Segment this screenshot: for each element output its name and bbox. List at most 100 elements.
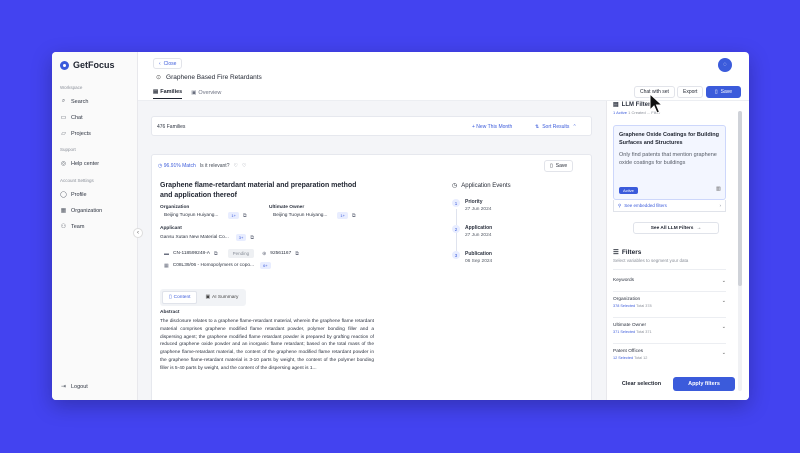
filter-selected: 12 Selected — [613, 356, 634, 360]
close-label: Close — [163, 60, 177, 67]
brand-logo[interactable]: GetFocus — [60, 60, 115, 70]
sidebar-item-help-center[interactable]: ◎ Help center — [60, 160, 100, 168]
chevron-down-icon: ⌄ — [721, 324, 726, 330]
new-this-month-label: + New This Month — [472, 124, 513, 130]
trash-icon[interactable]: ▥ — [716, 186, 721, 192]
tab-label: Overview — [198, 89, 222, 96]
sidebar-item-label: Search — [71, 98, 89, 105]
close-button[interactable]: ‹ Close — [153, 58, 183, 69]
filter-label: Patent Offices — [613, 349, 644, 354]
filter-total: Total 378 — [636, 304, 652, 308]
document-icon: ▬ — [164, 250, 169, 257]
sparkle-icon: ▣ — [205, 295, 210, 300]
family-id: 92561167 — [270, 251, 292, 256]
tab-content[interactable]: ▯ Content — [162, 291, 198, 304]
save-button[interactable]: ▯ Save — [706, 86, 741, 98]
copy-icon[interactable]: ⧉ — [250, 235, 254, 241]
sidebar-item-search[interactable]: ⌕ Search — [60, 98, 89, 105]
chevron-right-icon: › — [719, 203, 722, 208]
filters-panel: ▤ LLM Filters 1 Active 1 Created ... Fil… — [606, 101, 749, 400]
filter-icon: ▤ — [613, 102, 619, 108]
arrow-right-icon: → — [696, 225, 702, 231]
logout-label: Logout — [71, 383, 88, 390]
copy-icon[interactable]: ⧉ — [295, 251, 299, 257]
logout-button[interactable]: ⇥ Logout — [60, 383, 88, 391]
owner-more-chip[interactable]: 1+ — [337, 212, 348, 219]
new-this-month-button[interactable]: + New This Month — [472, 124, 512, 130]
card-save-button[interactable]: ▯ Save — [544, 160, 574, 172]
filter-total: Total 371 — [636, 330, 652, 334]
sidebar-item-organization[interactable]: ▦ Organization — [60, 207, 103, 215]
copy-icon[interactable]: ⧉ — [214, 251, 218, 257]
chevron-down-icon: ⌄ — [721, 298, 726, 304]
applicant-more-chip[interactable]: 3+ — [235, 234, 247, 241]
tabs: ▤ Families ▣ Overview — [153, 89, 221, 99]
families-bar: 476 Families + New This Month ⇅ Sort Res… — [151, 116, 592, 136]
apply-filters-button[interactable]: Apply filters — [673, 377, 735, 391]
tab-overview[interactable]: ▣ Overview — [191, 89, 221, 99]
brand-name: GetFocus — [73, 60, 115, 70]
thumbs-up-icon[interactable]: ♡ — [242, 163, 246, 169]
page-title: ⊙ Graphene Based Fire Retardants — [156, 74, 262, 81]
sliders-icon: ☰ — [613, 249, 619, 256]
mouse-pointer-icon — [649, 93, 663, 114]
clear-selection-button[interactable]: Clear selection — [613, 377, 670, 391]
tab-label: Families — [160, 89, 183, 95]
applicant-label: Applicant — [160, 226, 182, 231]
copy-icon[interactable]: ⧉ — [352, 213, 356, 219]
sidebar-item-projects[interactable]: ▱ Projects — [60, 130, 91, 138]
organization-more-chip[interactable]: 1+ — [228, 212, 239, 219]
sidebar-item-label: Help center — [71, 160, 100, 167]
filter-label: Keywords — [613, 278, 635, 283]
sidebar-item-label: Projects — [71, 130, 91, 137]
cpc-more-chip[interactable]: 6+ — [260, 262, 271, 269]
filters-subtitle: Select variables to segment your data — [613, 258, 689, 263]
llm-filter-description: Only find patents that mention graphene … — [619, 152, 717, 166]
scrollbar-thumb[interactable] — [738, 111, 742, 286]
match-score: ◷ 96.91% Match — [158, 163, 196, 169]
app-window: GetFocus Workspace ⌕ Search ▭ Chat ▱ Pro… — [52, 52, 749, 400]
chevron-down-icon: ⌄ — [721, 278, 726, 284]
filter-keywords[interactable]: Keywords ⌄ — [613, 269, 726, 291]
llm-filter-card[interactable]: Graphene Oxide Coatings for Building Sur… — [613, 125, 726, 200]
filter-label: Organization — [613, 297, 641, 302]
relevance-question: Is it relevant? — [199, 163, 230, 169]
logo-icon — [60, 60, 69, 70]
sort-results-button[interactable]: ⇅ Sort Results ⌃ — [535, 124, 577, 130]
folder-icon: ▱ — [61, 131, 66, 137]
family-title[interactable]: Graphene flame-retardant material and pr… — [160, 181, 370, 201]
see-all-llm-filters-button[interactable]: See All LLM Filters → — [633, 222, 719, 234]
chevron-down-icon: ⌄ — [721, 350, 726, 356]
chevron-up-icon: ⌃ — [572, 124, 577, 130]
tab-label: AI Summary — [212, 295, 239, 300]
cpc-row: ▦ C08L39/06 - Homopolymers or copo... 6+ — [164, 262, 271, 269]
tab-families[interactable]: ▤ Families — [153, 89, 183, 99]
event-date: 27 Jun 2024 — [465, 207, 492, 212]
logout-icon: ⇥ — [60, 384, 67, 390]
filter-organization[interactable]: Organization 378 Selected Total 378 ⌄ — [613, 291, 726, 317]
list-icon: ▤ — [153, 89, 159, 95]
patent-number[interactable]: CN-118599248-A — [173, 251, 210, 256]
apply-label: Apply filters — [688, 381, 720, 387]
see-embedded-filters-button[interactable]: ⚲ See embedded filters › — [613, 200, 726, 212]
tab-ai-summary[interactable]: ▣ AI Summary — [199, 291, 244, 304]
sidebar-item-chat[interactable]: ▭ Chat — [60, 114, 83, 122]
collapse-sidebar-button[interactable]: ‹ — [133, 228, 143, 238]
sidebar-item-team[interactable]: ⚇ Team — [60, 223, 85, 231]
save-label: Save — [720, 89, 733, 95]
content-tabs: ▯ Content ▣ AI Summary — [160, 289, 247, 306]
chat-fab-button[interactable]: ◌ — [718, 58, 732, 72]
filter-ultimate-owner[interactable]: Ultimate Owner 371 Selected Total 371 ⌄ — [613, 317, 726, 343]
copy-icon[interactable]: ⧉ — [243, 213, 247, 219]
sidebar-item-profile[interactable]: ◯ Profile — [60, 191, 86, 199]
filter-meta: 12 Selected Total 12 — [613, 356, 647, 360]
active-badge[interactable]: Active — [619, 187, 638, 194]
target-icon: ⊙ — [156, 75, 162, 81]
filter-patent-offices[interactable]: Patent Offices 12 Selected Total 12 ⌄ — [613, 343, 726, 369]
family-card[interactable]: ◷ 96.91% Match Is it relevant? ♡ ♡ ▯ Sav… — [151, 154, 592, 400]
export-button[interactable]: Export — [677, 86, 704, 98]
event-publication: 3 Publication 06 Sep 2024 — [452, 251, 492, 264]
chevron-left-icon: ‹ — [159, 60, 161, 67]
thumbs-down-icon[interactable]: ♡ — [233, 163, 237, 169]
event-name: Application — [465, 225, 493, 231]
